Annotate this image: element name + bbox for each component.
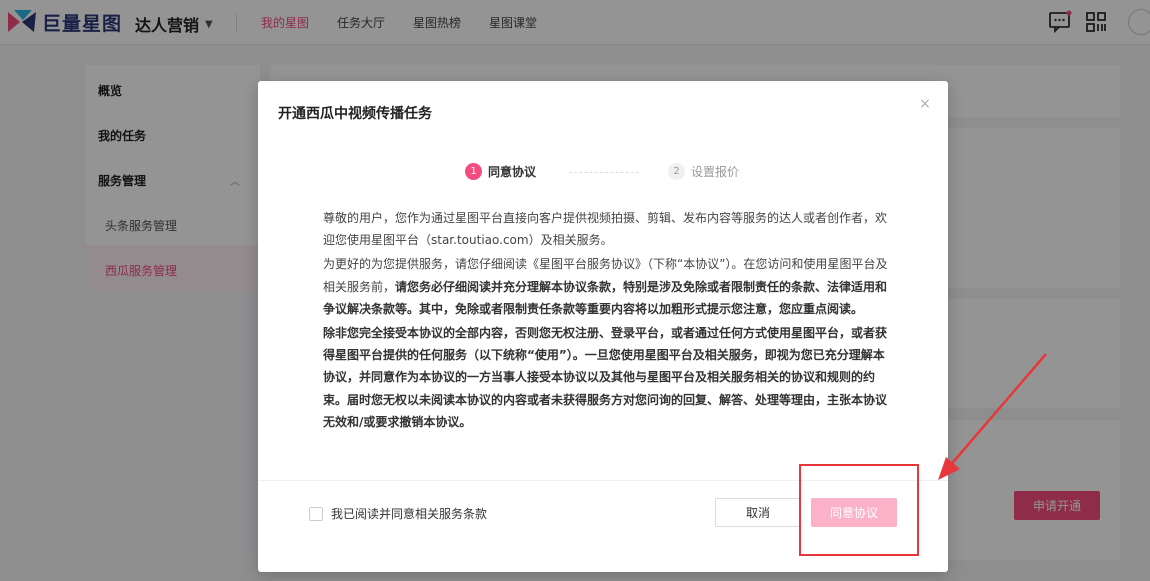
agreement-paragraph: 为更好的为您提供服务，请您仔细阅读《星图平台服务协议》（下称“本协议”）。在您访… — [323, 253, 888, 320]
agreement-text: 尊敬的用户，您作为通过星图平台直接向客户提供视频拍摄、剪辑、发布内容等服务的达人… — [323, 207, 888, 435]
step-set-price: 2 设置报价 — [668, 163, 739, 180]
cancel-button[interactable]: 取消 — [715, 498, 801, 527]
step-connector — [569, 172, 639, 173]
modal-title: 开通西瓜中视频传播任务 — [278, 106, 432, 122]
agree-checkbox-label[interactable]: 我已阅读并同意相关服务条款 — [331, 505, 487, 522]
annotation-highlight-box — [799, 464, 919, 556]
agreement-text-bold: 请您务必仔细阅读并充分理解本协议条款，特别是涉及免除或者限制责任的条款、法律适用… — [323, 279, 888, 316]
step-label: 设置报价 — [691, 165, 740, 179]
step-indicator: 1 同意协议 2 设置报价 — [465, 163, 755, 183]
step-agree: 1 同意协议 — [465, 163, 536, 180]
step-number: 2 — [668, 163, 685, 180]
step-number: 1 — [465, 163, 482, 180]
agree-checkbox-row[interactable]: 我已阅读并同意相关服务条款 — [309, 505, 487, 522]
close-icon[interactable]: × — [918, 97, 932, 111]
agree-checkbox[interactable] — [309, 506, 323, 521]
agreement-paragraph: 除非您完全接受本协议的全部内容，否则您无权注册、登录平台，或者通过任何方式使用星… — [323, 326, 888, 429]
step-label: 同意协议 — [488, 165, 537, 179]
agreement-paragraph: 尊敬的用户，您作为通过星图平台直接向客户提供视频拍摄、剪辑、发布内容等服务的达人… — [323, 211, 888, 248]
